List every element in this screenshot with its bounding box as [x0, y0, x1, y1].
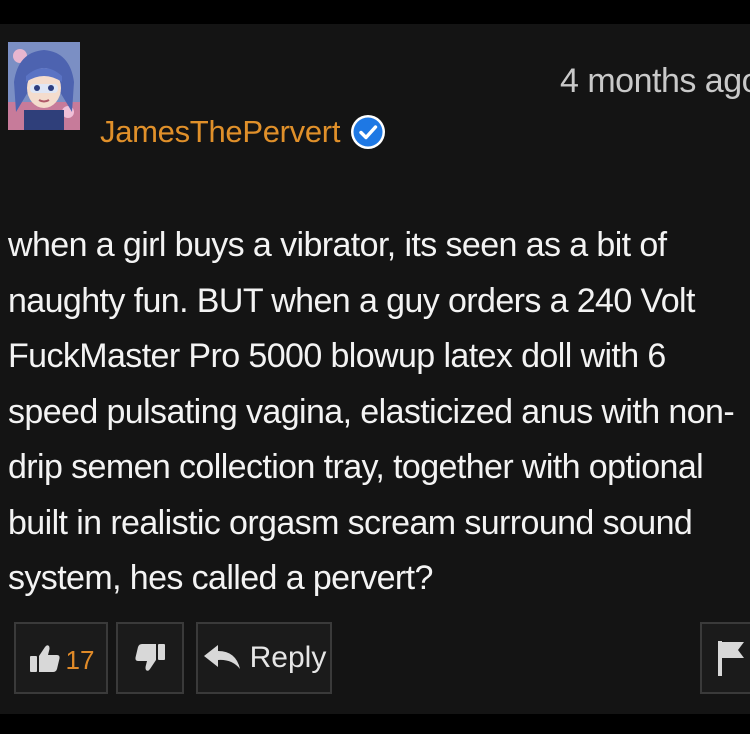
- comment-text: when a girl buys a vibrator, its seen as…: [8, 226, 735, 597]
- avatar[interactable]: [8, 42, 80, 130]
- reply-label: Reply: [249, 641, 327, 674]
- thumbs-down-icon: [133, 641, 167, 675]
- reply-arrow-icon: [202, 643, 242, 673]
- like-button[interactable]: 17: [14, 622, 108, 694]
- thumbs-up-icon: [28, 641, 62, 675]
- author-row: JamesThePervert: [100, 110, 386, 154]
- username-link[interactable]: JamesThePervert: [100, 114, 340, 150]
- bottom-bar: [0, 714, 750, 734]
- top-bar: [0, 0, 750, 24]
- reply-button[interactable]: Reply: [196, 622, 332, 694]
- verified-check-icon: [350, 114, 386, 150]
- dislike-button[interactable]: [116, 622, 184, 694]
- like-count: 17: [65, 644, 95, 675]
- flag-icon: [714, 638, 748, 678]
- flag-button[interactable]: [700, 622, 750, 694]
- comment-timestamp: 4 months ago: [560, 62, 750, 100]
- comment-card: 4 months ago JamesThePervert when a girl…: [0, 24, 750, 714]
